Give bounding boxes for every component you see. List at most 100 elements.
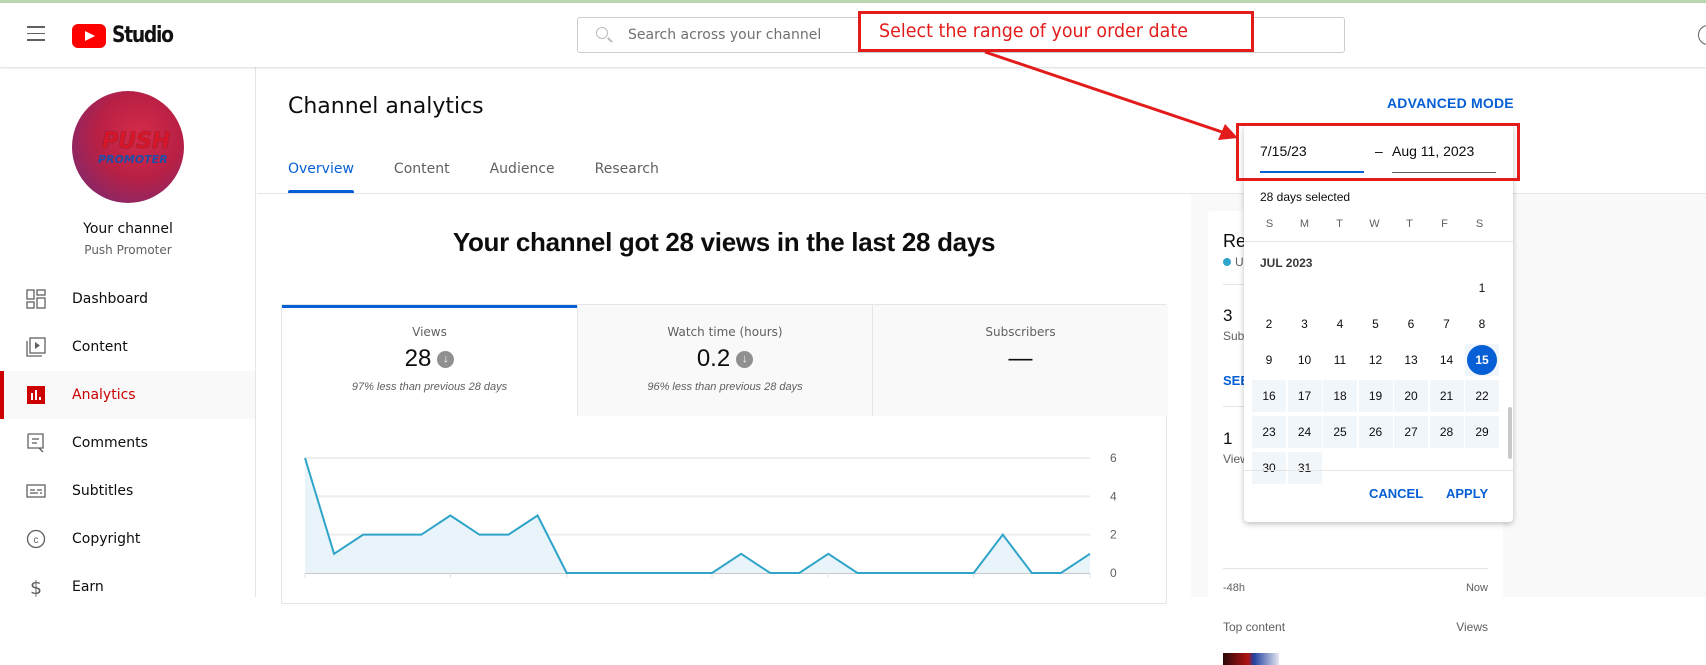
sidebar-item-content[interactable]: Content [0, 323, 255, 371]
metric-label: Watch time (hours) [578, 325, 872, 339]
cancel-button[interactable]: CANCEL [1369, 486, 1423, 501]
sidebar-item-label: Copyright [72, 531, 140, 547]
sidebar-item-label: Comments [72, 435, 148, 451]
calendar-day[interactable]: 24 [1288, 416, 1322, 448]
sidebar-item-subtitles[interactable]: Subtitles [0, 467, 255, 515]
weekday-label: M [1287, 218, 1322, 230]
tab-overview[interactable]: Overview [288, 161, 354, 193]
svg-text:$: $ [30, 577, 42, 597]
metric-tab-views[interactable]: Views 28↓ 97% less than previous 28 days [282, 305, 577, 416]
video-thumbnail[interactable] [1223, 653, 1279, 665]
sidebar-nav: Dashboard Content Analytics Comments Sub… [0, 275, 255, 611]
realtime-chart-baseline [1223, 568, 1488, 569]
calendar-day[interactable]: 19 [1359, 380, 1393, 412]
metric-value: 28 [405, 345, 432, 373]
sidebar-item-label: Dashboard [72, 291, 148, 307]
summary-headline: Your channel got 28 views in the last 28… [257, 227, 1191, 258]
realtime-views-value: 1 [1223, 429, 1232, 449]
calendar-day[interactable]: 12 [1359, 344, 1393, 376]
calendar-day[interactable]: 25 [1323, 416, 1357, 448]
metric-tab-watch-time[interactable]: Watch time (hours) 0.2↓ 96% less than pr… [577, 305, 872, 416]
calendar-day[interactable]: 26 [1359, 416, 1393, 448]
calendar-day[interactable]: 5 [1359, 308, 1393, 340]
calendar-day[interactable]: 13 [1394, 344, 1428, 376]
y-tick-label: 2 [1110, 528, 1117, 542]
calendar-day[interactable]: 2 [1252, 308, 1286, 340]
calendar-day[interactable]: 21 [1430, 380, 1464, 412]
calendar-day[interactable]: 30 [1252, 452, 1286, 484]
metric-value: — [1009, 345, 1033, 373]
realtime-x-start: -48h [1223, 582, 1245, 594]
sidebar-item-label: Subtitles [72, 483, 133, 499]
y-tick-label: 0 [1110, 566, 1117, 580]
calendar-day[interactable]: 1 [1465, 272, 1499, 304]
calendar-day[interactable]: 11 [1323, 344, 1357, 376]
calendar-scrollbar[interactable] [1508, 407, 1512, 459]
calendar-day[interactable]: 18 [1323, 380, 1357, 412]
calendar-day[interactable]: 22 [1465, 380, 1499, 412]
metric-value: 0.2 [697, 345, 730, 373]
calendar-day[interactable]: 23 [1252, 416, 1286, 448]
calendar-day[interactable]: 10 [1288, 344, 1322, 376]
weekday-label: F [1427, 218, 1462, 230]
apply-button[interactable]: APPLY [1446, 486, 1488, 501]
metric-comparison: 96% less than previous 28 days [578, 381, 872, 393]
calendar-day[interactable]: 7 [1430, 308, 1464, 340]
divider [1244, 241, 1513, 242]
sidebar-item-label: Content [72, 339, 128, 355]
views-area [305, 458, 1090, 573]
subtitles-icon [26, 481, 46, 501]
calendar-day[interactable]: 6 [1394, 308, 1428, 340]
tab-content[interactable]: Content [394, 161, 450, 193]
calendar-day[interactable]: 27 [1394, 416, 1428, 448]
calendar-day[interactable]: 4 [1323, 308, 1357, 340]
top-content-metric: Views [1456, 620, 1488, 634]
calendar-day[interactable]: 29 [1465, 416, 1499, 448]
overview-card: Views 28↓ 97% less than previous 28 days… [281, 304, 1167, 604]
annotation-highlight-box [1236, 123, 1520, 181]
calendar-day[interactable]: 3 [1288, 308, 1322, 340]
sidebar-item-comments[interactable]: Comments [0, 419, 255, 467]
channel-avatar[interactable]: PUSH PROMOTER [72, 91, 184, 203]
sidebar-item-copyright[interactable]: c Copyright [0, 515, 255, 563]
app-name: Studio [112, 23, 173, 48]
views-chart: 0246 [282, 416, 1168, 606]
menu-icon[interactable] [27, 26, 45, 40]
calendar-day[interactable]: 16 [1252, 380, 1286, 412]
realtime-subscribers-label: Sub [1223, 329, 1244, 343]
studio-logo[interactable]: Studio [72, 23, 183, 48]
tab-research[interactable]: Research [595, 161, 659, 193]
dashboard-icon [26, 289, 46, 309]
divider [1244, 470, 1513, 471]
advanced-mode-button[interactable]: ADVANCED MODE [1387, 95, 1514, 111]
calendar-day[interactable]: 28 [1430, 416, 1464, 448]
calendar-day[interactable]: 17 [1288, 380, 1322, 412]
calendar-day[interactable]: 20 [1394, 380, 1428, 412]
calendar-day[interactable]: 8 [1465, 308, 1499, 340]
calendar-day[interactable]: 15 [1465, 344, 1499, 376]
y-tick-label: 4 [1110, 489, 1117, 503]
content-icon [26, 337, 46, 357]
calendar-day[interactable]: 14 [1430, 344, 1464, 376]
calendar-day[interactable]: 9 [1252, 344, 1286, 376]
avatar-logo-subtext: PROMOTER [98, 153, 168, 166]
help-icon[interactable] [1698, 25, 1706, 45]
sidebar-item-earn[interactable]: $ Earn [0, 563, 255, 611]
realtime-subscribers-value: 3 [1223, 306, 1232, 326]
sidebar-item-label: Analytics [72, 387, 136, 403]
metric-tab-subscribers[interactable]: Subscribers — [872, 305, 1168, 416]
calendar-day[interactable]: 31 [1288, 452, 1322, 484]
tab-audience[interactable]: Audience [490, 161, 555, 193]
sidebar-item-dashboard[interactable]: Dashboard [0, 275, 255, 323]
avatar-logo-text: PUSH [102, 129, 170, 154]
realtime-x-end: Now [1466, 582, 1488, 594]
earn-icon: $ [26, 577, 46, 597]
top-bar: Studio [0, 3, 1706, 67]
metric-comparison: 97% less than previous 28 days [282, 381, 577, 393]
copyright-icon: c [26, 529, 46, 549]
sidebar-item-analytics[interactable]: Analytics [0, 371, 255, 419]
weekday-label: T [1392, 218, 1427, 230]
month-label: JUL 2023 [1260, 256, 1312, 270]
annotation-text: Select the range of your order date [879, 20, 1188, 42]
annotation-callout: Select the range of your order date [858, 11, 1254, 52]
